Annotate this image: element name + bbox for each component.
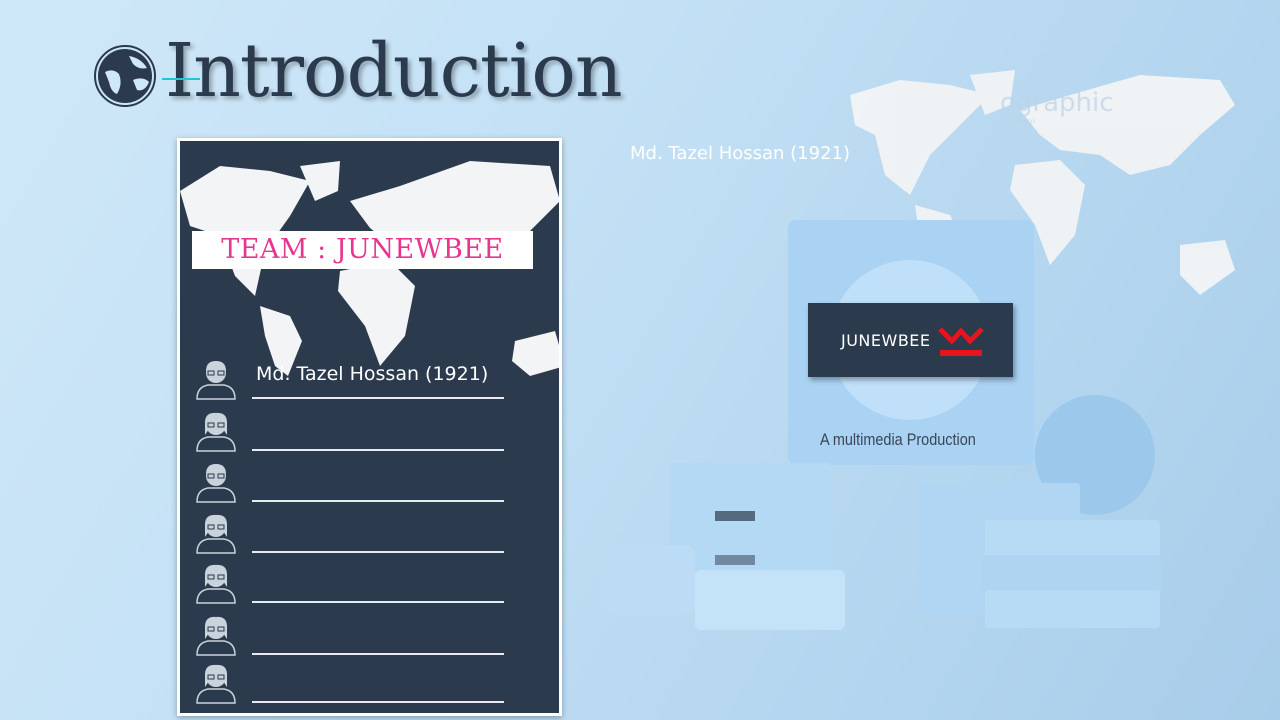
member-row	[194, 613, 504, 659]
junewbee-logo: JUNEWBEE	[808, 303, 1013, 377]
name-underline	[252, 551, 504, 553]
logo-text: JUNEWBEE	[841, 331, 931, 350]
female-avatar-icon	[196, 564, 236, 604]
female-avatar-icon	[196, 664, 236, 704]
name-underline	[252, 653, 504, 655]
member-row	[194, 409, 504, 455]
member-row	[194, 561, 504, 607]
team-label: TEAM : JUNEWBEE	[192, 231, 533, 269]
globe-icon	[94, 45, 156, 107]
female-avatar-icon	[196, 412, 236, 452]
watermark-text: ographic	[1000, 88, 1114, 118]
title-accent-line	[162, 78, 200, 80]
member-row	[194, 460, 504, 506]
female-avatar-icon	[196, 616, 236, 656]
watermark-subtext: Modern	[1005, 117, 1036, 126]
female-avatar-icon	[196, 514, 236, 554]
name-underline	[252, 500, 504, 502]
office-illustration	[605, 220, 1162, 630]
name-underline	[252, 601, 504, 603]
tagline: A multimedia Production	[820, 430, 976, 449]
member-row: Md. Tazel Hossan (1921)	[194, 357, 504, 403]
name-underline	[252, 449, 504, 451]
crown-logo-icon	[938, 327, 984, 356]
male-avatar-icon	[196, 464, 236, 503]
male-avatar-icon	[196, 361, 236, 400]
name-underline	[252, 701, 504, 703]
name-underline	[252, 397, 504, 399]
member-row	[194, 661, 504, 707]
member-row	[194, 511, 504, 557]
member-name: Md. Tazel Hossan (1921)	[256, 363, 489, 385]
slide-title: Introduction	[165, 28, 623, 114]
header-member-name: Md. Tazel Hossan (1921)	[630, 143, 851, 164]
